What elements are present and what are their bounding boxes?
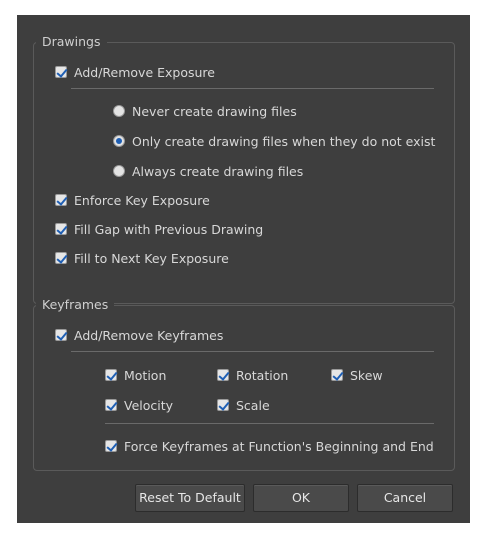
keyframes-group-title: Keyframes — [36, 297, 115, 313]
preferences-dialog: Drawings Add/Remove Exposure Never creat… — [17, 15, 470, 523]
radio-icon — [113, 165, 125, 177]
radio-icon — [113, 105, 125, 117]
checkbox-icon — [217, 369, 229, 381]
checkbox-icon — [55, 252, 67, 264]
checkbox-icon — [55, 223, 67, 235]
motion-checkbox[interactable]: Motion — [105, 366, 166, 384]
velocity-label: Velocity — [124, 397, 174, 413]
force-keyframes-checkbox[interactable]: Force Keyframes at Function's Beginning … — [105, 437, 434, 455]
radio-never-create-label: Never create drawing files — [132, 103, 297, 119]
cancel-button[interactable]: Cancel — [357, 484, 453, 512]
fill-next-key-checkbox[interactable]: Fill to Next Key Exposure — [55, 249, 229, 267]
enforce-key-exposure-checkbox[interactable]: Enforce Key Exposure — [55, 191, 210, 209]
checkbox-icon — [105, 369, 117, 381]
skew-label: Skew — [350, 367, 383, 383]
drawings-group-title: Drawings — [36, 34, 107, 50]
drawings-separator — [71, 88, 434, 89]
skew-checkbox[interactable]: Skew — [331, 366, 383, 384]
add-remove-keyframes-label: Add/Remove Keyframes — [74, 327, 224, 343]
checkbox-icon — [55, 66, 67, 78]
keyframes-separator-top — [71, 351, 434, 352]
radio-selected-icon — [113, 135, 125, 147]
radio-always-create-label: Always create drawing files — [132, 163, 304, 179]
checkbox-icon — [55, 329, 67, 341]
drawings-group: Drawings Add/Remove Exposure Never creat… — [33, 34, 455, 304]
radio-only-create[interactable]: Only create drawing files when they do n… — [113, 132, 435, 150]
rotation-checkbox[interactable]: Rotation — [217, 366, 288, 384]
velocity-checkbox[interactable]: Velocity — [105, 396, 173, 414]
force-keyframes-label: Force Keyframes at Function's Beginning … — [124, 438, 434, 454]
scale-checkbox[interactable]: Scale — [217, 396, 270, 414]
add-remove-exposure-label: Add/Remove Exposure — [74, 64, 215, 80]
checkbox-icon — [55, 194, 67, 206]
ok-button[interactable]: OK — [253, 484, 349, 512]
checkbox-icon — [217, 399, 229, 411]
add-remove-keyframes-checkbox[interactable]: Add/Remove Keyframes — [55, 326, 223, 344]
keyframes-group: Keyframes Add/Remove Keyframes Motion Ro… — [33, 297, 455, 471]
radio-always-create[interactable]: Always create drawing files — [113, 162, 303, 180]
fill-gap-label: Fill Gap with Previous Drawing — [74, 221, 264, 237]
checkbox-icon — [105, 440, 117, 452]
checkbox-icon — [331, 369, 343, 381]
enforce-key-exposure-label: Enforce Key Exposure — [74, 192, 210, 208]
add-remove-exposure-checkbox[interactable]: Add/Remove Exposure — [55, 63, 215, 81]
keyframes-separator-bottom — [105, 423, 434, 424]
fill-gap-checkbox[interactable]: Fill Gap with Previous Drawing — [55, 220, 263, 238]
rotation-label: Rotation — [236, 367, 289, 383]
checkbox-icon — [105, 399, 117, 411]
reset-to-default-button[interactable]: Reset To Default — [135, 484, 245, 512]
scale-label: Scale — [236, 397, 270, 413]
fill-next-key-label: Fill to Next Key Exposure — [74, 250, 229, 266]
radio-only-create-label: Only create drawing files when they do n… — [132, 133, 436, 149]
radio-never-create[interactable]: Never create drawing files — [113, 102, 297, 120]
motion-label: Motion — [124, 367, 167, 383]
